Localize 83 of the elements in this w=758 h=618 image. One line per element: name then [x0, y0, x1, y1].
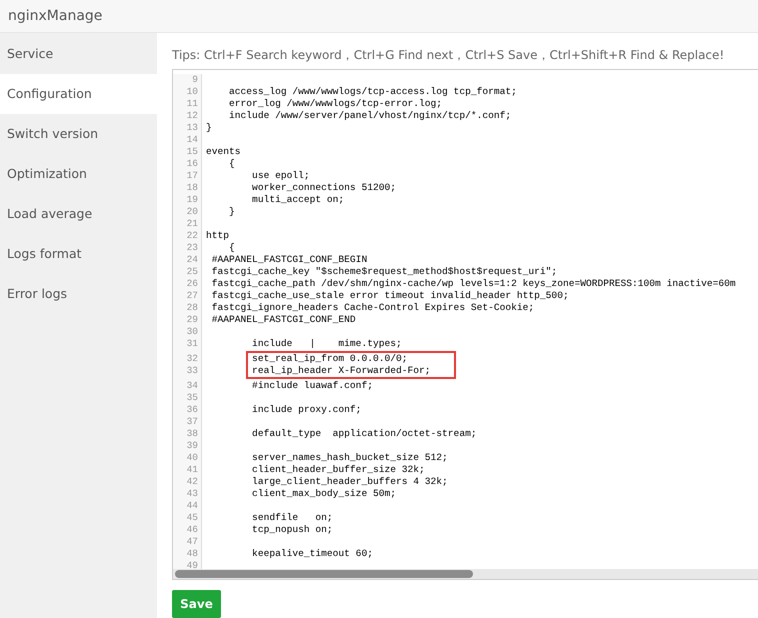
line-number: 12 [186, 110, 199, 122]
line-number: 13 [186, 122, 199, 134]
line-number: 48 [186, 548, 199, 560]
line-number: 35 [186, 392, 199, 404]
code-line: default_type application/octet-stream; [251, 428, 477, 439]
line-number: 47 [186, 536, 199, 548]
code-line: error_log /www/wwwlogs/tcp-error.log; [228, 98, 442, 109]
line-number: 45 [186, 512, 199, 524]
code-line: #AAPANEL_FASTCGI_CONF_BEGIN [210, 254, 368, 265]
line-number: 16 [186, 158, 199, 170]
code-line: real_ip_header X-Forwarded-For; [251, 365, 431, 376]
line-number: 15 [186, 146, 199, 158]
tips-text: Tips: Ctrl+F Search keyword，Ctrl+G Find next，Ctrl+S Save，Ctrl+Shift+R Find & Replace! [172, 47, 726, 64]
line-number: 32 [186, 353, 199, 365]
line-number: 19 [186, 194, 199, 206]
line-number: 11 [186, 98, 199, 110]
line-number: 20 [186, 206, 199, 218]
sidebar-item[interactable]: Optimization [0, 154, 157, 194]
code-line: #AAPANEL_FASTCGI_CONF_END [210, 314, 356, 325]
line-number: 49 [186, 560, 199, 570]
code-line: client_header_buffer_size 32k; [251, 464, 425, 475]
code-line: access_log /www/wwwlogs/tcp-access.log tcp_format; [228, 86, 517, 97]
code-line: } [228, 206, 235, 217]
line-number: 10 [186, 86, 199, 98]
code-line: events [206, 146, 241, 157]
code-line: use epoll; [251, 170, 310, 181]
code-line: include | mime.types; [251, 338, 402, 349]
code-line: include proxy.conf; [251, 404, 362, 415]
code-line: set_real_ip_from 0.0.0.0/0; [251, 353, 408, 364]
line-number: 21 [186, 218, 199, 230]
line-number: 14 [186, 134, 199, 146]
line-number: 26 [186, 278, 199, 290]
sidebar-item[interactable]: Error logs [0, 274, 157, 314]
code-line: sendfile on; [251, 512, 333, 523]
line-number: 46 [186, 524, 199, 536]
line-number: 43 [186, 488, 199, 500]
sidebar-item[interactable]: Logs format [0, 234, 157, 274]
code-line: fastcgi_cache_path /dev/shm/nginx-cache/wp levels=1:2 keys_zone=WORDPRESS:100m inactive=60m [210, 278, 736, 289]
line-number: 42 [186, 476, 199, 488]
code-line: keepalive_timeout 60; [251, 548, 373, 559]
line-number: 25 [186, 266, 199, 278]
code-line: fastcgi_cache_use_stale error timeout invalid_header http_500; [210, 290, 569, 301]
line-number: 23 [186, 242, 199, 254]
window-title: nginxManage [8, 8, 102, 24]
code-line: tcp_nopush on; [251, 524, 333, 535]
line-number: 28 [186, 302, 199, 314]
sidebar-item[interactable]: Configuration [0, 74, 157, 114]
code-line: client_max_body_size 50m; [251, 488, 396, 499]
code-line: #include luawaf.conf; [251, 380, 373, 391]
line-number: 31 [186, 338, 199, 350]
line-number: 38 [186, 428, 199, 440]
code-line: } [206, 122, 212, 133]
scrollbar-thumb[interactable] [175, 570, 473, 578]
line-number: 41 [186, 464, 199, 476]
line-number: 34 [186, 380, 199, 392]
line-number: 17 [186, 170, 199, 182]
line-number: 27 [186, 290, 199, 302]
line-number: 18 [186, 182, 199, 194]
line-number: 22 [186, 230, 199, 242]
sidebar-item[interactable]: Service [0, 34, 157, 74]
code-line: fastcgi_ignore_headers Cache-Control Expires Set-Cookie; [210, 302, 534, 313]
code-line: multi_accept on; [251, 194, 344, 205]
code-line: worker_connections 51200; [251, 182, 396, 193]
line-number: 40 [186, 452, 199, 464]
code-line: { [228, 242, 235, 253]
code-line: large_client_header_buffers 4 32k; [251, 476, 448, 487]
scrollbar[interactable] [173, 569, 758, 580]
line-number: 24 [186, 254, 199, 266]
code-line: { [228, 158, 235, 169]
line-number: 9 [191, 74, 199, 86]
sidebar-item[interactable]: Load average [0, 194, 157, 234]
code-line: include /www/server/panel/vhost/nginx/tcp/*.conf; [228, 110, 512, 121]
line-number: 29 [186, 314, 199, 326]
line-number: 30 [186, 326, 199, 338]
line-number: 36 [186, 404, 199, 416]
sidebar-item[interactable]: Switch version [0, 114, 157, 154]
code-line: http [206, 230, 230, 241]
line-number: 39 [186, 440, 199, 452]
code-line: fastcgi_cache_key "$scheme$request_method$host$request_uri"; [210, 266, 558, 277]
code-line: server_names_hash_bucket_size 512; [251, 452, 448, 463]
line-number: 33 [186, 365, 199, 377]
line-number: 44 [186, 500, 199, 512]
line-number: 37 [186, 416, 199, 428]
